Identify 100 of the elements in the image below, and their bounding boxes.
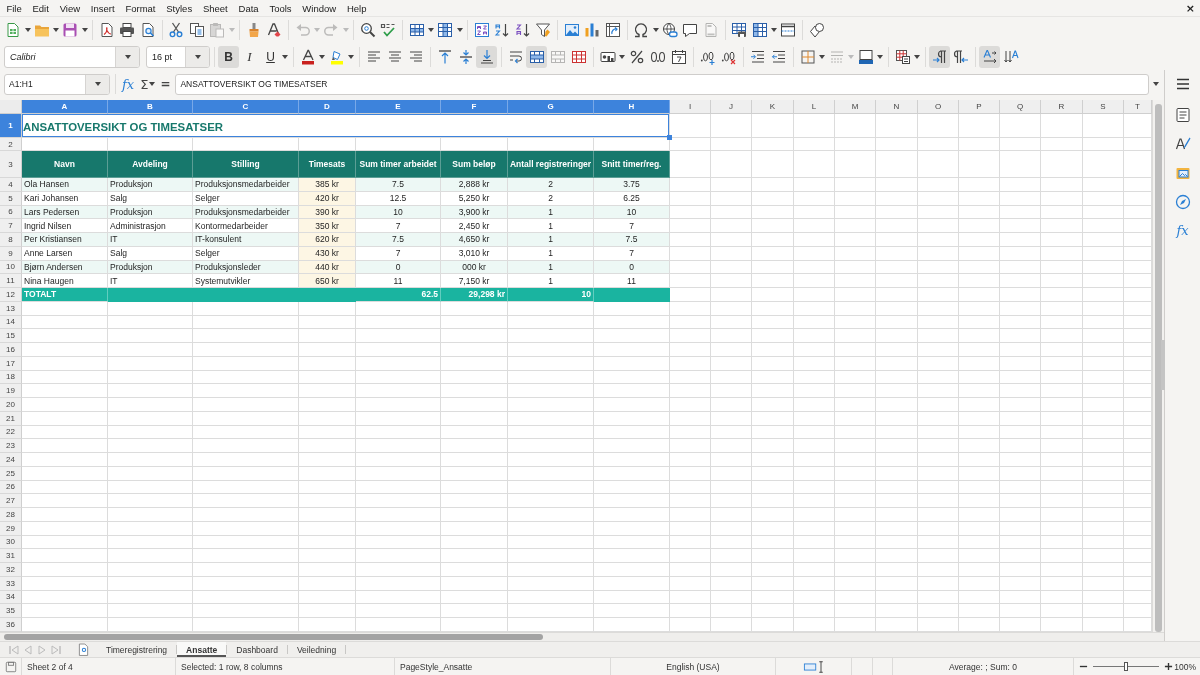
slider-thumb[interactable]: [1124, 662, 1128, 671]
row-header[interactable]: 31: [0, 549, 22, 563]
scrollbar-thumb[interactable]: [1155, 104, 1162, 632]
column-header[interactable]: B: [108, 100, 193, 114]
row-header[interactable]: 32: [0, 563, 22, 577]
functions-button[interactable]: fx: [1176, 223, 1189, 238]
menu-item[interactable]: Format: [120, 2, 161, 14]
menu-item[interactable]: Insert: [85, 2, 120, 14]
zoom-level[interactable]: 100%: [1174, 661, 1196, 672]
name-box[interactable]: A1:H1: [4, 73, 110, 95]
sum-button[interactable]: Σ: [140, 76, 149, 92]
caret-icon[interactable]: [1153, 82, 1159, 86]
column-header[interactable]: A: [22, 100, 108, 114]
menu-item[interactable]: Edit: [27, 2, 55, 14]
left-to-right-button[interactable]: [929, 45, 950, 68]
vertical-scrollbar[interactable]: [1152, 100, 1164, 632]
compass-icon[interactable]: [1174, 194, 1191, 210]
sheet-tab[interactable]: Veiledning: [287, 642, 346, 657]
menu-item[interactable]: Help: [341, 2, 372, 14]
row-header[interactable]: 12: [0, 288, 22, 302]
caret-icon[interactable]: [914, 54, 920, 59]
row-header[interactable]: 19: [0, 384, 22, 398]
caret-icon[interactable]: [348, 54, 354, 59]
page-style[interactable]: PageStyle_Ansatte: [400, 661, 473, 672]
caret-icon[interactable]: [149, 82, 156, 86]
row-header[interactable]: 3: [0, 151, 22, 178]
menu-item[interactable]: View: [54, 2, 86, 14]
column-header[interactable]: P: [959, 100, 1000, 114]
row-header[interactable]: 28: [0, 508, 22, 522]
row-header[interactable]: 8: [0, 233, 22, 247]
column-header[interactable]: Q: [1000, 100, 1041, 114]
row-header[interactable]: 7: [0, 219, 22, 233]
column-header[interactable]: O: [918, 100, 959, 114]
row-header[interactable]: 23: [0, 439, 22, 453]
horizontal-scrollbar[interactable]: [0, 631, 1164, 641]
selection-mode-icon[interactable]: [801, 659, 826, 674]
row-header[interactable]: 2: [0, 138, 22, 151]
collapse-handle[interactable]: [1161, 340, 1165, 390]
sheet-tab[interactable]: Ansatte: [177, 642, 227, 657]
menu-icon[interactable]: [1174, 76, 1191, 92]
caret-icon[interactable]: [771, 28, 777, 32]
column-header[interactable]: S: [1083, 100, 1124, 114]
scrollbar-thumb[interactable]: [4, 633, 543, 640]
column-header[interactable]: T: [1124, 100, 1152, 114]
caret-icon[interactable]: [819, 54, 825, 59]
caret-icon[interactable]: [81, 28, 88, 32]
dropdown-button[interactable]: [115, 46, 139, 67]
function-wizard-button[interactable]: fx: [122, 76, 135, 92]
underline-button[interactable]: U: [260, 45, 281, 68]
gallery-icon[interactable]: [1174, 165, 1191, 181]
row-header[interactable]: 36: [0, 618, 22, 632]
column-header[interactable]: L: [794, 100, 835, 114]
formula-input[interactable]: ANSATTOVERSIKT OG TIMESATSER: [175, 73, 1149, 95]
row-header[interactable]: 1: [0, 114, 22, 138]
menu-item[interactable]: Tools: [264, 2, 297, 14]
column-header[interactable]: J: [711, 100, 752, 114]
zoom-in-icon[interactable]: [1164, 662, 1173, 671]
menu-item[interactable]: Styles: [160, 2, 198, 14]
column-header[interactable]: H: [594, 100, 670, 114]
font-size-field[interactable]: 16 pt: [146, 45, 210, 68]
caret-icon[interactable]: [456, 28, 463, 32]
column-header[interactable]: K: [752, 100, 794, 114]
column-header[interactable]: I: [670, 100, 711, 114]
caret-icon[interactable]: [319, 54, 325, 59]
column-header[interactable]: N: [876, 100, 918, 114]
bold-button[interactable]: B: [218, 45, 239, 68]
merge-center-button[interactable]: [526, 45, 547, 68]
add-sheet-icon[interactable]: [78, 643, 89, 656]
fill-handle[interactable]: [667, 135, 672, 140]
skip-start-icon[interactable]: [8, 643, 20, 656]
sheet-tab[interactable]: Dashboard: [227, 642, 287, 657]
font-name-field[interactable]: Calibri: [4, 45, 140, 68]
column-header[interactable]: M: [835, 100, 876, 114]
column-header[interactable]: G: [508, 100, 594, 114]
caret-icon[interactable]: [282, 54, 288, 59]
styles-icon[interactable]: [1174, 136, 1191, 152]
dropdown-button[interactable]: [185, 46, 209, 67]
column-header[interactable]: R: [1041, 100, 1083, 114]
dropdown-button[interactable]: [85, 74, 109, 94]
sheet-tab[interactable]: Timeregistrering: [97, 642, 177, 657]
caret-icon[interactable]: [652, 28, 659, 32]
column-header[interactable]: D: [299, 100, 356, 114]
caret-icon[interactable]: [877, 54, 883, 59]
row-header[interactable]: 15: [0, 329, 22, 343]
column-header[interactable]: F: [441, 100, 508, 114]
sheet-title[interactable]: ANSATTOVERSIKT OG TIMESATSER: [22, 114, 670, 138]
caret-icon[interactable]: [53, 28, 59, 32]
row-header[interactable]: 4: [0, 178, 22, 192]
formula-button[interactable]: =: [160, 77, 171, 91]
menu-item[interactable]: Data: [233, 2, 264, 14]
caret-icon[interactable]: [619, 54, 625, 59]
caret-icon[interactable]: [428, 28, 434, 32]
menu-item[interactable]: Window: [296, 2, 342, 14]
row-header[interactable]: 20: [0, 398, 22, 412]
horizontal-text-button[interactable]: [979, 45, 1000, 68]
row-header[interactable]: 16: [0, 343, 22, 357]
row-header[interactable]: 11: [0, 274, 22, 288]
column-header[interactable]: E: [356, 100, 441, 114]
row-header[interactable]: 35: [0, 604, 22, 618]
language[interactable]: English (USA): [666, 661, 720, 672]
